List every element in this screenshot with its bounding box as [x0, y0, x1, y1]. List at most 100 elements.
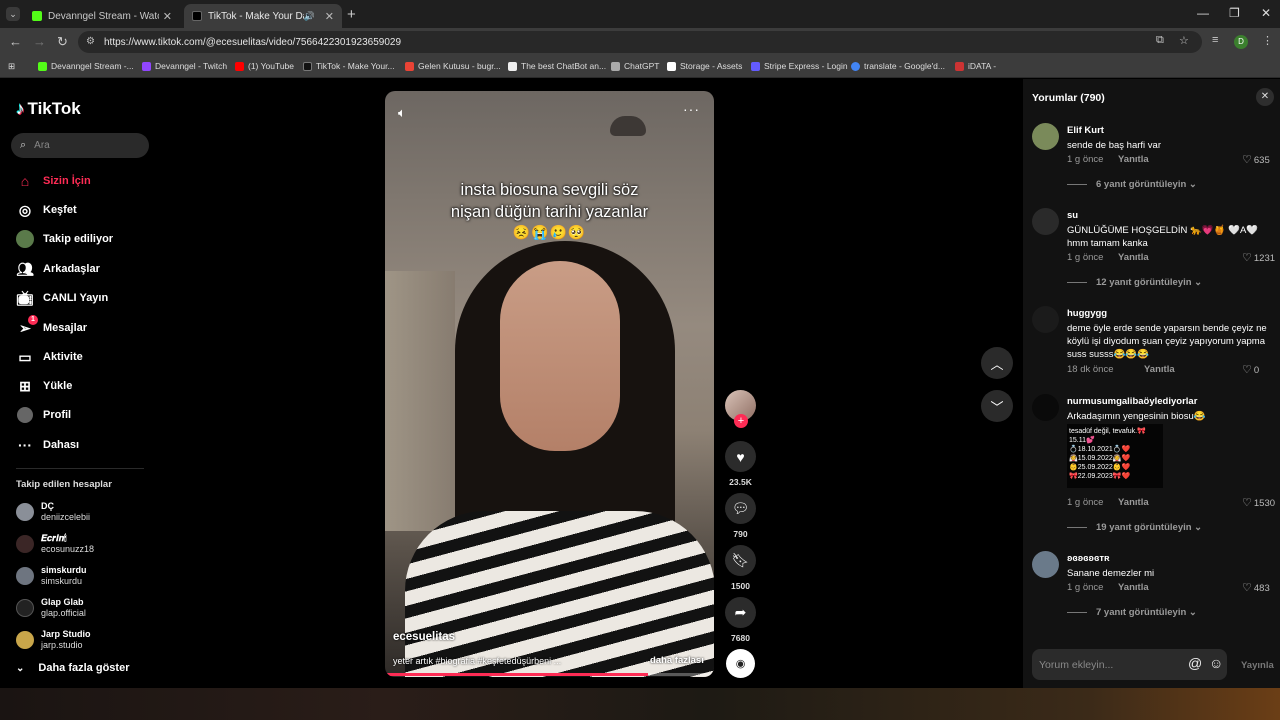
more-options-icon[interactable]: ···	[683, 101, 700, 117]
close-tab-icon[interactable]: ✕	[325, 10, 334, 23]
bookmarks-bar: ⊞ Devanngel Stream -... Devanngel - Twit…	[0, 56, 1280, 78]
bookmark-star-icon[interactable]: ☆	[1179, 34, 1189, 47]
nav-more[interactable]: ··· Dahası	[16, 436, 79, 454]
browser-menu-icon[interactable]: ⋮	[1262, 34, 1273, 47]
view-replies[interactable]: 7 yanıt görüntüleyin ⌄	[1067, 607, 1197, 618]
nav-messages[interactable]: ➢ 1 Mesajlar	[16, 315, 87, 337]
avatar[interactable]	[1032, 306, 1059, 333]
mention-icon[interactable]: @	[1188, 655, 1202, 671]
following-account[interactable]: 𝑬𝒄𝒓𝒊𝒏🕯 ecosunuzz18	[16, 533, 94, 555]
heart-icon[interactable]: ♥	[725, 441, 756, 472]
view-replies[interactable]: 19 yanıt görüntüleyin ⌄	[1067, 522, 1202, 533]
volume-icon[interactable]: 🔈︎	[398, 105, 406, 121]
comment-user[interactable]: Elif Kurt	[1067, 125, 1104, 136]
comment-like[interactable]: ♡ 1231	[1242, 251, 1275, 264]
share-action[interactable]: ➦ 7680	[725, 597, 756, 643]
nav-for-you[interactable]: ⌂ Sizin İçin	[16, 172, 91, 190]
bookmark-item[interactable]: iDATA -	[955, 61, 996, 71]
video-player[interactable]: insta biosuna sevgili söz nişan düğün ta…	[385, 91, 714, 677]
home-icon: ⌂	[20, 173, 30, 189]
avatar[interactable]	[1032, 394, 1059, 421]
nav-upload[interactable]: ⊞ Yükle	[16, 377, 72, 395]
bookmark-item[interactable]: translate - Google'd...	[851, 61, 945, 71]
minimize-icon[interactable]: —	[1197, 6, 1209, 20]
bookmark-item[interactable]: TikTok - Make Your...	[303, 61, 395, 71]
bookmark-item[interactable]: ChatGPT	[611, 61, 659, 71]
reply-button[interactable]: Yanıtla	[1118, 252, 1149, 263]
following-account[interactable]: Jarp Studio jarp.studio	[16, 629, 91, 651]
nav-profile[interactable]: Profil	[16, 406, 71, 424]
emoji-icon[interactable]: ☺	[1209, 655, 1223, 671]
browser-profile-avatar[interactable]: D	[1234, 35, 1248, 49]
nav-activity[interactable]: ▭ Aktivite	[16, 348, 82, 366]
previous-video-button[interactable]: ︿	[981, 347, 1013, 379]
save-action[interactable]: 🔖︎ 1500	[725, 545, 756, 591]
comment-like[interactable]: ♡ 1530	[1242, 496, 1275, 509]
like-action[interactable]: ♥ 23.5K	[725, 441, 756, 487]
bookmark-item[interactable]: (1) YouTube	[235, 61, 294, 71]
comment-like[interactable]: ♡ 483	[1242, 581, 1270, 594]
bookmark-icon[interactable]: 🔖︎	[725, 545, 756, 576]
tab-tiktok[interactable]: TikTok - Make Your Day 🔊 ✕	[184, 4, 342, 28]
comment-image[interactable]: tesadüf değil, tevafuk.🎀 15.11💕 💍18.10.2…	[1067, 424, 1163, 488]
following-account[interactable]: DÇ deniizcelebii	[16, 501, 90, 523]
view-replies[interactable]: 12 yanıt görüntüleyin ⌄	[1067, 277, 1202, 288]
follow-plus-icon[interactable]: +	[734, 414, 748, 428]
nav-explore[interactable]: ◎ Keşfet	[16, 201, 77, 219]
reply-button[interactable]: Yanıtla	[1118, 497, 1149, 508]
comment-icon[interactable]: 💬︎	[725, 493, 756, 524]
avatar[interactable]	[1032, 551, 1059, 578]
avatar[interactable]	[1032, 208, 1059, 235]
tab-search-chevron-icon[interactable]: ⌄	[6, 7, 20, 21]
back-icon[interactable]: ←	[9, 34, 22, 49]
reply-button[interactable]: Yanıtla	[1144, 364, 1175, 375]
reply-button[interactable]: Yanıtla	[1118, 582, 1149, 593]
avatar[interactable]	[1032, 123, 1059, 150]
view-replies[interactable]: 6 yanıt görüntüleyin ⌄	[1067, 179, 1197, 190]
following-account[interactable]: Glap Glab glap.official	[16, 597, 86, 619]
speaker-icon[interactable]: 🔊	[304, 11, 315, 22]
restore-icon[interactable]: ❐	[1229, 6, 1240, 20]
music-disc-icon[interactable]: ◉	[726, 649, 755, 678]
bookmark-item[interactable]: Storage - Assets	[667, 61, 742, 71]
next-video-button[interactable]: ﹀	[981, 390, 1013, 422]
reply-button[interactable]: Yanıtla	[1118, 154, 1149, 165]
following-account[interactable]: simskurdu simskurdu	[16, 565, 87, 587]
caption-more-link[interactable]: daha fazlası	[650, 655, 704, 666]
bookmark-item[interactable]: Stripe Express - Login	[751, 61, 848, 71]
video-author[interactable]: ecesuelitas	[393, 631, 455, 643]
post-button[interactable]: Yayınla	[1241, 660, 1274, 671]
bookmark-item[interactable]: Devanngel - Twitch	[142, 61, 227, 71]
close-icon[interactable]: ✕	[1256, 88, 1274, 106]
tab-devanngel[interactable]: Devanngel Stream - Watch Live ✕	[24, 4, 180, 28]
reload-icon[interactable]: ↻	[57, 34, 68, 50]
apps-grid-icon[interactable]: ⊞	[8, 61, 15, 72]
new-tab-icon[interactable]: +	[347, 6, 356, 23]
bookmark-item[interactable]: Devanngel Stream -...	[38, 61, 134, 71]
tiktok-logo[interactable]: ♪ TikTok	[16, 99, 81, 119]
close-tab-icon[interactable]: ✕	[163, 10, 172, 23]
site-info-icon[interactable]: ⚙	[86, 36, 95, 47]
comment-user[interactable]: huggygg	[1067, 308, 1107, 319]
comment-user[interactable]: su	[1067, 210, 1078, 221]
install-app-icon[interactable]: ⧉	[1156, 34, 1164, 47]
show-more-button[interactable]: ⌄ Daha fazla göster	[16, 662, 129, 674]
video-progress-bar[interactable]	[385, 673, 714, 676]
media-control-icon[interactable]: ≡	[1212, 34, 1218, 46]
nav-live[interactable]: 📺︎ CANLI Yayın	[16, 289, 108, 307]
search-input[interactable]: ⌕ Ara	[11, 133, 149, 158]
comment-user[interactable]: nurmusumgalibaöylediyorlar	[1067, 396, 1197, 407]
comment-like[interactable]: ♡ 0	[1242, 363, 1259, 376]
nav-friends[interactable]: 👥︎ Arkadaşlar	[16, 260, 100, 278]
heart-icon: ♡	[1242, 582, 1252, 594]
bookmark-item[interactable]: Gelen Kutusu - bugr...	[405, 61, 501, 71]
bookmark-item[interactable]: The best ChatBot an...	[508, 61, 606, 71]
close-window-icon[interactable]: ✕	[1261, 6, 1271, 20]
nav-following[interactable]: Takip ediliyor	[16, 230, 113, 248]
comment-action[interactable]: 💬︎ 790	[725, 493, 756, 539]
url-input[interactable]: ⚙ https://www.tiktok.com/@ecesuelitas/vi…	[78, 31, 1202, 53]
forward-icon[interactable]: →	[33, 34, 46, 49]
share-icon[interactable]: ➦	[725, 597, 756, 628]
comment-user[interactable]: ʚɞʚɞʚɞᴛʀ	[1067, 553, 1110, 564]
comment-like[interactable]: ♡ 635	[1242, 153, 1270, 166]
